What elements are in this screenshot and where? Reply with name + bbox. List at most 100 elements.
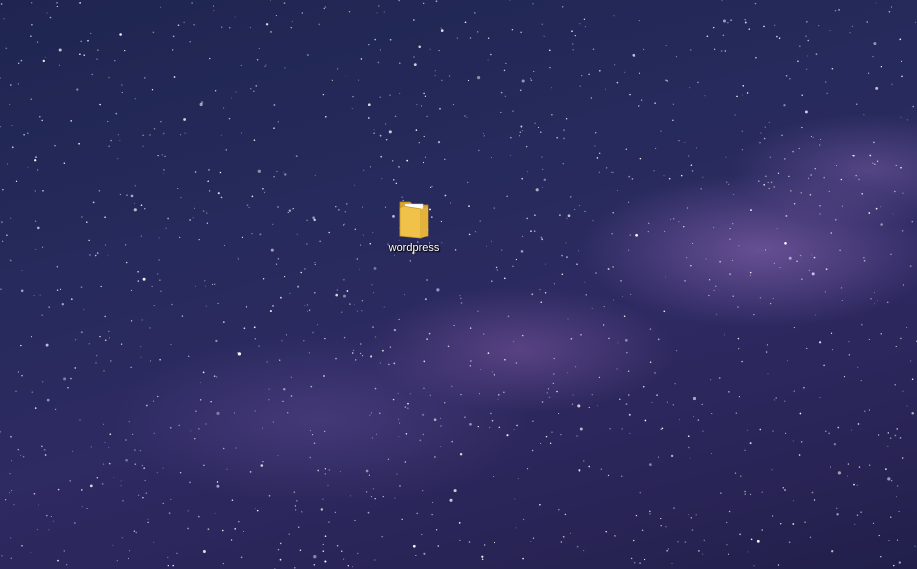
star xyxy=(749,274,751,277)
star xyxy=(539,288,541,291)
star xyxy=(632,53,636,57)
star xyxy=(900,116,902,118)
star xyxy=(394,497,396,499)
star xyxy=(624,71,626,73)
star xyxy=(142,145,144,147)
star xyxy=(477,310,479,312)
starfield-background xyxy=(0,0,917,569)
star xyxy=(255,85,257,87)
star xyxy=(737,337,740,340)
star xyxy=(434,75,436,77)
star xyxy=(609,428,611,430)
star xyxy=(526,468,529,470)
star xyxy=(10,436,12,438)
star xyxy=(383,306,385,308)
star xyxy=(187,527,189,530)
star xyxy=(629,93,631,96)
star xyxy=(437,140,441,144)
star xyxy=(771,515,774,517)
star xyxy=(399,62,401,64)
star xyxy=(299,549,302,552)
star xyxy=(744,449,746,451)
star xyxy=(847,463,850,465)
star xyxy=(894,190,896,193)
star xyxy=(322,550,325,552)
star xyxy=(49,16,52,19)
star xyxy=(179,471,182,474)
star xyxy=(531,293,534,296)
star xyxy=(407,402,409,405)
star xyxy=(654,102,656,104)
star xyxy=(877,300,878,302)
star xyxy=(86,508,88,509)
star xyxy=(221,26,223,28)
star xyxy=(522,557,524,560)
star xyxy=(303,339,305,342)
star xyxy=(868,338,870,341)
star xyxy=(728,510,731,513)
star xyxy=(388,363,390,366)
star xyxy=(215,376,218,378)
star xyxy=(559,214,561,216)
star xyxy=(783,158,786,160)
star xyxy=(750,209,752,212)
star xyxy=(835,165,837,167)
star xyxy=(377,61,380,64)
star xyxy=(256,509,259,512)
star xyxy=(660,518,662,520)
star xyxy=(290,376,292,378)
star xyxy=(205,423,207,425)
star xyxy=(378,5,380,7)
star xyxy=(704,95,706,97)
star xyxy=(283,171,285,173)
star xyxy=(872,162,874,164)
star xyxy=(120,480,122,482)
star xyxy=(878,534,880,537)
star xyxy=(159,279,161,281)
star xyxy=(371,437,373,439)
star xyxy=(469,422,472,426)
star xyxy=(58,64,60,66)
star xyxy=(513,341,515,343)
star xyxy=(829,466,832,468)
star xyxy=(856,514,859,516)
star xyxy=(692,396,697,401)
star xyxy=(665,276,666,278)
star xyxy=(761,529,763,531)
star xyxy=(44,56,46,58)
star xyxy=(52,520,54,522)
star xyxy=(577,404,581,408)
star xyxy=(273,104,276,106)
star xyxy=(370,412,372,414)
star xyxy=(818,24,820,27)
star xyxy=(426,338,428,340)
star xyxy=(890,479,893,482)
star xyxy=(347,565,349,567)
star xyxy=(142,134,144,136)
star xyxy=(810,174,812,176)
star xyxy=(567,372,569,374)
star xyxy=(806,21,808,23)
star xyxy=(647,222,650,225)
star xyxy=(515,362,517,364)
star xyxy=(159,358,161,361)
star xyxy=(141,319,143,321)
star xyxy=(322,93,325,96)
star xyxy=(178,424,180,426)
star xyxy=(521,79,525,83)
star xyxy=(713,48,716,50)
star xyxy=(104,244,106,246)
desktop-folder-wordpress[interactable]: wordpress xyxy=(383,196,445,264)
star xyxy=(811,272,815,276)
star xyxy=(894,434,897,437)
star xyxy=(744,490,746,493)
star xyxy=(477,31,479,33)
star xyxy=(639,157,642,160)
desktop[interactable]: wordpress xyxy=(0,0,917,569)
star xyxy=(444,158,446,161)
star xyxy=(873,42,877,46)
star xyxy=(741,360,743,363)
star xyxy=(372,292,374,294)
star xyxy=(444,402,446,404)
star xyxy=(42,189,44,192)
